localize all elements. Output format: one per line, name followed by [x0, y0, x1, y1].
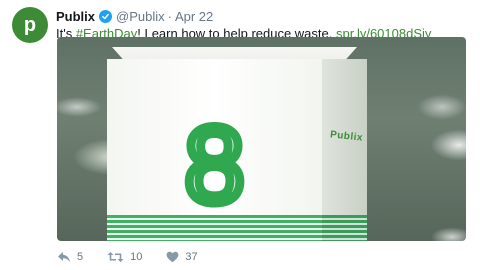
retweet-button[interactable]: 10: [107, 251, 142, 263]
separator: ·: [167, 9, 172, 24]
retweet-icon: [107, 252, 124, 262]
reply-count: 5: [77, 251, 84, 263]
sign-side-stripes: [322, 215, 367, 241]
tweet-date[interactable]: Apr 22: [175, 9, 213, 24]
reply-button[interactable]: 5: [57, 251, 83, 263]
tweet-header: Publix @Publix · Apr 22: [56, 9, 213, 24]
avatar-logo: p: [23, 14, 37, 36]
like-button[interactable]: 37: [166, 251, 198, 263]
like-count: 37: [185, 251, 198, 263]
account-handle[interactable]: @Publix: [116, 9, 165, 24]
verified-badge-icon: [99, 10, 113, 23]
sign-stripes: [107, 215, 322, 241]
aisle-sign-side: Publix: [322, 59, 367, 241]
tweet-media-image[interactable]: 8 Publix: [57, 37, 466, 241]
sign-logo: Publix: [329, 129, 364, 144]
aisle-sign-front: 8: [107, 59, 322, 241]
aisle-number: 8: [180, 104, 249, 225]
heart-icon: [166, 251, 179, 263]
retweet-count: 10: [130, 251, 143, 263]
account-name[interactable]: Publix: [56, 9, 95, 24]
reply-icon: [58, 252, 70, 262]
avatar[interactable]: p: [12, 7, 48, 43]
tweet-actions: 5 10 37: [57, 251, 222, 263]
